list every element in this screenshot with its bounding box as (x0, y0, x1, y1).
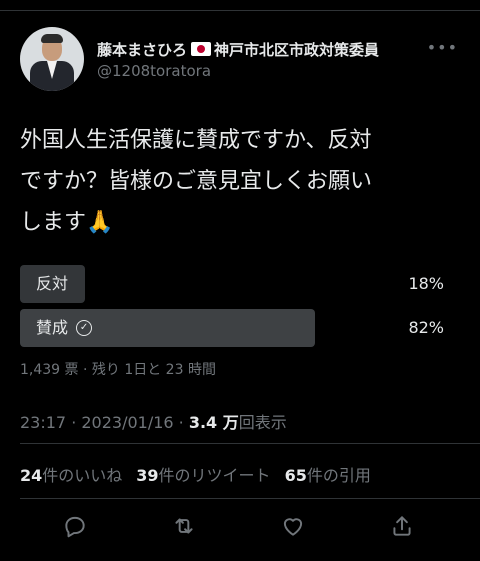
retweet-icon[interactable] (171, 513, 197, 539)
poll-option-label: 賛成 (36, 318, 69, 337)
divider (20, 498, 480, 499)
poll-percent: 82% (408, 318, 444, 337)
more-dots-icon[interactable]: ••• (427, 38, 458, 57)
japan-flag-icon (191, 42, 212, 56)
author-handle[interactable]: @1208toratora (97, 62, 211, 80)
timestamp-time[interactable]: 23:17 · 2023/01/16 · (20, 413, 189, 432)
check-circle-icon: ✓ (76, 320, 93, 336)
action-bar (0, 507, 480, 545)
tweet-text-line: ですか？皆様のご意見宜しくお願い (20, 169, 373, 194)
retweets-stat[interactable]: 39件のリツイート (136, 462, 270, 486)
tweet-text-line: します🙏 (20, 210, 114, 235)
view-label: 回表示 (238, 413, 287, 432)
poll-meta: 1,439 票 · 残り 1日と 23 時間 (20, 362, 216, 378)
author-name[interactable]: 藤本まさひろ (97, 39, 187, 60)
poll-percent: 18% (408, 274, 444, 293)
poll-option-support[interactable]: 賛成 ✓ 82% (20, 309, 460, 347)
divider (20, 443, 480, 444)
likes-stat[interactable]: 24件のいいね (20, 462, 122, 486)
poll-option-label: 反対 (36, 274, 69, 293)
author-name-row[interactable]: 藤本まさひろ 神戸市北区市政対策委員 (97, 36, 379, 62)
tweet-timestamp[interactable]: 23:17 · 2023/01/16 · 3.4 万回表示 (20, 409, 287, 433)
tweet-text-line: 外国人生活保護に賛成ですか、反対 (20, 128, 372, 153)
engagement-stats: 24件のいいね 39件のリツイート 65件の引用 (20, 462, 371, 486)
avatar[interactable] (20, 27, 84, 91)
view-count: 3.4 万 (188, 413, 239, 432)
tweet-text: 外国人生活保護に賛成ですか、反対 ですか？皆様のご意見宜しくお願い します🙏 (20, 120, 460, 243)
author-title[interactable]: 神戸市北区市政対策委員 (214, 39, 379, 60)
quotes-stat[interactable]: 65件の引用 (285, 462, 371, 486)
heart-icon[interactable] (280, 513, 306, 539)
top-divider (0, 10, 480, 11)
poll-option-oppose[interactable]: 反対 18% (20, 265, 460, 303)
reply-icon[interactable] (62, 513, 88, 539)
share-icon[interactable] (389, 513, 415, 539)
